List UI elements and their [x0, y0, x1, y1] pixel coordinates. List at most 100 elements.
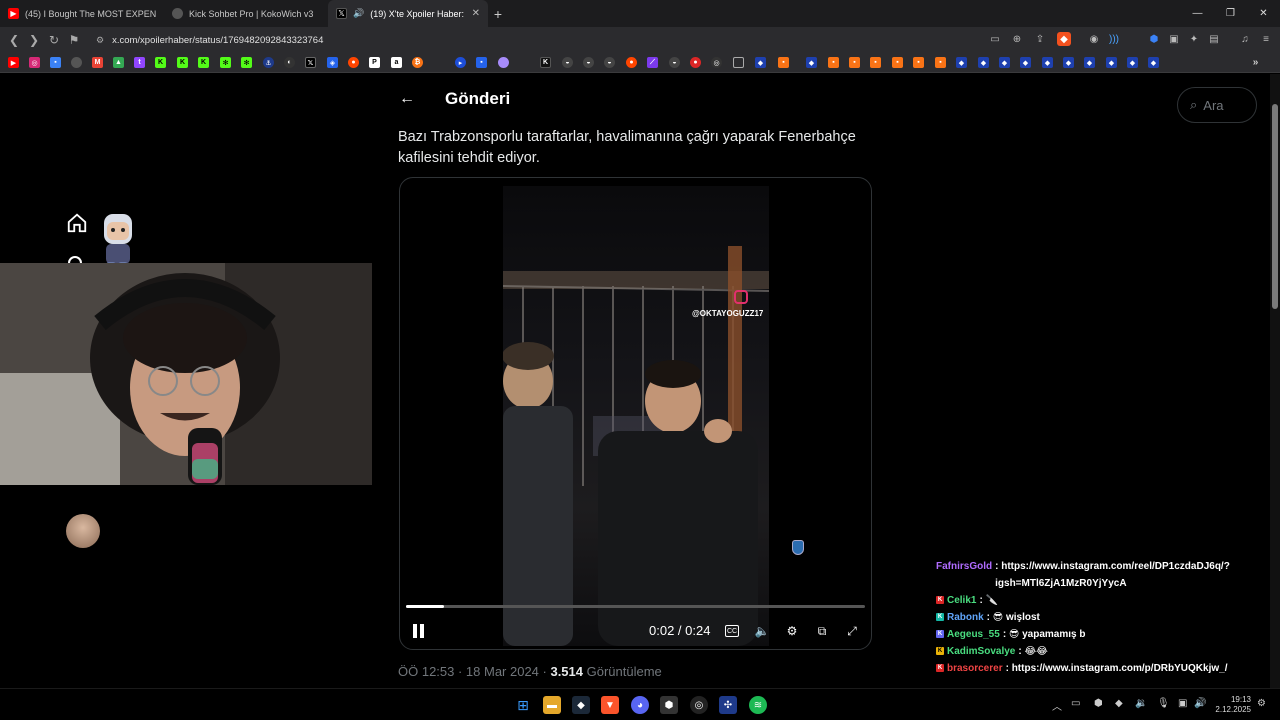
tray-steam-icon[interactable]: ◆: [1115, 698, 1123, 709]
bookmark-kick-icon[interactable]: K: [155, 57, 166, 68]
tab-x-post[interactable]: 𝕏 🔊 (19) X'te Xpoiler Haber: "Bazı ✕: [328, 0, 488, 27]
bookmark-icon[interactable]: ▪: [870, 57, 881, 68]
bookmark-x-icon[interactable]: 𝕏: [305, 57, 316, 68]
tray-network-icon[interactable]: ▣: [1178, 698, 1187, 709]
bookmark-icon[interactable]: ◒: [562, 57, 573, 68]
bookmark-steam-icon[interactable]: ◆: [978, 57, 989, 68]
captions-button[interactable]: CC: [725, 625, 739, 637]
bookmark-icon[interactable]: ◒: [669, 57, 680, 68]
bookmark-twitch-icon[interactable]: t: [134, 57, 145, 68]
bookmark-icon[interactable]: ▪: [935, 57, 946, 68]
bookmark-steam-icon[interactable]: ◆: [956, 57, 967, 68]
bookmark-reddit-icon[interactable]: ●: [348, 57, 359, 68]
bookmark-youtube-icon[interactable]: ▶: [8, 57, 19, 68]
reload-icon[interactable]: ↻: [44, 33, 64, 47]
bookmark-icon[interactable]: [498, 57, 509, 68]
bookmark-icon[interactable]: ▪: [778, 57, 789, 68]
bookmark-icon[interactable]: ▪: [50, 57, 61, 68]
pause-button[interactable]: [413, 624, 425, 638]
bookmark-icon[interactable]: ✻: [241, 57, 252, 68]
battery-icon[interactable]: ▭: [1071, 698, 1080, 709]
steam-icon[interactable]: ◆: [572, 696, 590, 714]
menu-icon[interactable]: ≡: [1259, 32, 1273, 46]
forward-nav-icon[interactable]: ❯: [24, 33, 44, 47]
tray-speaker-icon[interactable]: 🔊: [1194, 698, 1206, 709]
close-window-button[interactable]: ✕: [1247, 0, 1280, 27]
new-tab-button[interactable]: +: [488, 6, 508, 22]
file-explorer-icon[interactable]: ▬: [543, 696, 561, 714]
video-player[interactable]: @OKTAYOGUZZ17 0:02 / 0:24 CC 🔈 ⚙ ⧉ ⤢: [399, 177, 872, 650]
bookmark-icon[interactable]: ◒: [604, 57, 615, 68]
bookmark-icon[interactable]: P: [369, 57, 380, 68]
post-timestamp[interactable]: ÖÖ 12:53 · 18 Mar 2024 ·: [398, 664, 550, 679]
bookmark-icon[interactable]: ◈: [327, 57, 338, 68]
volume-icon[interactable]: 🔈: [754, 623, 770, 639]
tray-app-icon[interactable]: ⬢: [1094, 698, 1103, 709]
bookmark-icon[interactable]: ◎: [711, 57, 722, 68]
tray-mic-icon[interactable]: 🎙: [1157, 698, 1170, 709]
bookmark-icon[interactable]: ▸: [455, 57, 466, 68]
windows-start-icon[interactable]: ⊞: [514, 696, 532, 714]
bookmark-steam-icon[interactable]: ◆: [1084, 57, 1095, 68]
media-icon[interactable]: ♫: [1238, 32, 1252, 46]
bookmark-steam-icon[interactable]: ◆: [1148, 57, 1159, 68]
bookmark-steam-icon[interactable]: ◆: [1042, 57, 1053, 68]
brave-shield-icon[interactable]: ◆: [1057, 32, 1071, 46]
app-icon[interactable]: ⬢: [660, 696, 678, 714]
tab-kick-sohbet[interactable]: Kick Sohbet Pro | KokoWich v3: [164, 0, 328, 27]
puzzle-icon[interactable]: ✦: [1187, 32, 1201, 46]
bookmark-folder-icon[interactable]: [733, 57, 744, 68]
settings-gear-icon[interactable]: ⚙: [784, 623, 800, 639]
bookmark-steam-icon[interactable]: ◆: [755, 57, 766, 68]
bookmark-kick-icon[interactable]: K: [177, 57, 188, 68]
bookmark-icon[interactable]: ⟋: [647, 57, 658, 68]
tray-chevron-icon[interactable]: ︿: [1052, 698, 1062, 713]
pip-icon[interactable]: ⧉: [814, 623, 830, 639]
bookmark-icon[interactable]: ₿: [412, 57, 423, 68]
home-icon[interactable]: [66, 212, 88, 234]
bookmark-reddit-icon[interactable]: ●: [626, 57, 637, 68]
search-input[interactable]: ⌕ Ara: [1177, 87, 1257, 123]
audio-extension-icon[interactable]: ))): [1107, 32, 1121, 46]
speaker-icon[interactable]: 🔊: [353, 8, 364, 19]
bookmark-steam-icon[interactable]: ◆: [1106, 57, 1117, 68]
brave-icon[interactable]: ▼: [601, 696, 619, 714]
profile-avatar[interactable]: [66, 514, 100, 548]
bookmark-steam-icon[interactable]: ◆: [1063, 57, 1074, 68]
back-nav-icon[interactable]: ❮: [4, 33, 24, 47]
address-bar[interactable]: ⚙ x.com/xpoilerhaber/status/176948209284…: [90, 30, 980, 50]
bookmark-icon[interactable]: ⚑: [64, 33, 84, 47]
back-arrow-icon[interactable]: ←: [399, 90, 415, 108]
tab-youtube[interactable]: ▶ (45) I Bought The MOST EXPENSIVE: [0, 0, 164, 27]
spotify-icon[interactable]: ≋: [749, 696, 767, 714]
bookmark-icon[interactable]: ◒: [583, 57, 594, 68]
bookmark-steam-icon[interactable]: ◆: [1020, 57, 1031, 68]
close-tab-icon[interactable]: ✕: [472, 8, 480, 19]
bookmark-icon[interactable]: ▪: [913, 57, 924, 68]
bookmark-amazon-icon[interactable]: a: [391, 57, 402, 68]
zoom-icon[interactable]: ⊕: [1010, 32, 1024, 46]
more-bookmarks-icon[interactable]: »: [1250, 57, 1261, 68]
site-settings-icon[interactable]: ⚙: [96, 35, 104, 46]
bookmark-icon[interactable]: ●: [690, 57, 701, 68]
bookmark-icon[interactable]: ▪: [892, 57, 903, 68]
bookmark-kick-icon[interactable]: K: [198, 57, 209, 68]
extension-icon[interactable]: ◉: [1087, 32, 1101, 46]
bookmark-icon[interactable]: ✻: [220, 57, 231, 68]
tray-volume-icon[interactable]: 🔉: [1135, 698, 1147, 709]
notification-icon[interactable]: ⚙: [1257, 698, 1266, 709]
bookmark-instagram-icon[interactable]: ◎: [29, 57, 40, 68]
bookmark-icon[interactable]: ▪: [476, 57, 487, 68]
fullscreen-icon[interactable]: ⤢: [844, 623, 860, 639]
maximize-button[interactable]: ❐: [1214, 0, 1247, 27]
cast-icon[interactable]: ▭: [988, 32, 1002, 46]
bookmark-steam-icon[interactable]: ◆: [999, 57, 1010, 68]
bookmark-steam-icon[interactable]: ◆: [1127, 57, 1138, 68]
bookmark-gmail-icon[interactable]: M: [92, 57, 103, 68]
bookmark-icon[interactable]: ◐: [284, 57, 295, 68]
share-icon[interactable]: ⇪: [1033, 32, 1047, 46]
bookmark-icon[interactable]: [71, 57, 82, 68]
obs-icon[interactable]: ◎: [690, 696, 708, 714]
app-icon[interactable]: ✣: [719, 696, 737, 714]
system-clock[interactable]: 19:13 2.12.2025: [1211, 695, 1251, 715]
